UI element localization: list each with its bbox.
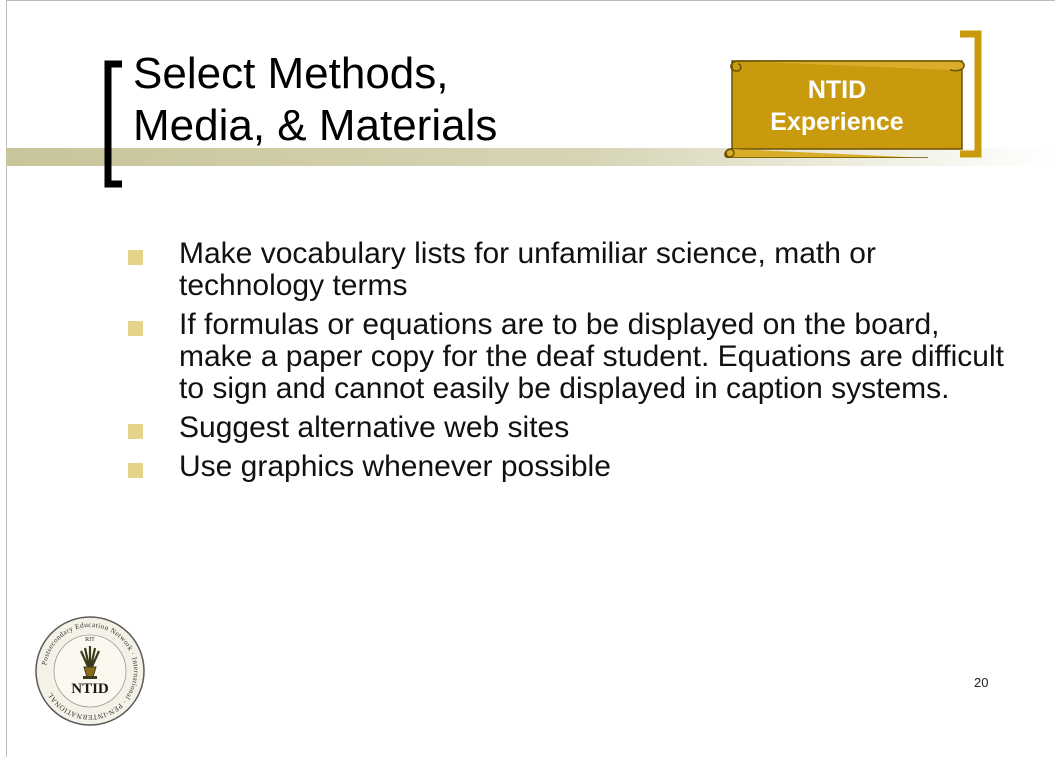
left-bracket-decoration — [104, 60, 122, 188]
bullet-square-icon — [128, 250, 143, 265]
bullet-list: Make vocabulary lists for unfamiliar sci… — [126, 238, 1006, 490]
badge-line-1: NTID — [807, 76, 867, 104]
bullet-item: Use graphics whenever possible — [126, 451, 1006, 483]
title-line-2: Media, & Materials — [133, 101, 498, 150]
bullet-item: Suggest alternative web sites — [126, 412, 1006, 444]
scroll-badge-label: NTID Experience — [737, 74, 937, 138]
logo-center-text: NTID — [71, 681, 109, 697]
bullet-item: If formulas or equations are to be displ… — [126, 309, 1006, 405]
bullet-square-icon — [128, 321, 143, 336]
bullet-text: Use graphics whenever possible — [179, 450, 611, 483]
badge-line-2: Experience — [770, 108, 904, 136]
ntid-pen-international-logo: Postsecondary Education Network · Intern… — [35, 616, 145, 726]
bullet-text: Suggest alternative web sites — [179, 411, 570, 444]
slide-frame-top — [6, 0, 1055, 1]
bullet-square-icon — [128, 463, 143, 478]
slide: Select Methods, Media, & Materials NTID … — [0, 0, 1055, 757]
bullet-text: If formulas or equations are to be displ… — [179, 308, 1004, 405]
right-bracket-decoration — [960, 30, 982, 158]
page-number: 20 — [974, 675, 989, 690]
logo-top-text: RIT — [85, 637, 95, 643]
bullet-item: Make vocabulary lists for unfamiliar sci… — [126, 238, 1006, 302]
title-line-1: Select Methods, — [133, 49, 449, 98]
bullet-text: Make vocabulary lists for unfamiliar sci… — [179, 237, 876, 302]
bullet-square-icon — [128, 424, 143, 439]
slide-title: Select Methods, Media, & Materials — [133, 48, 653, 152]
slide-frame-left — [6, 0, 7, 757]
